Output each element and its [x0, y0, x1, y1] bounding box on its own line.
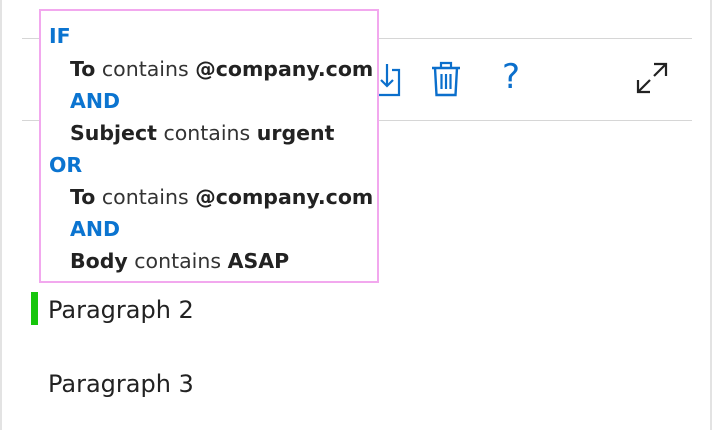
condition-field: Body [70, 249, 128, 273]
condition-value: @company.com [195, 185, 374, 209]
if-keyword: IF [49, 24, 71, 48]
and-keyword: AND [70, 89, 121, 113]
paragraph[interactable]: Paragraph 3 [48, 368, 194, 400]
rule-condition: Subject contains urgent [70, 119, 334, 147]
condition-value: ASAP [227, 249, 290, 273]
frame-left-border [0, 0, 2, 430]
condition-field: To [70, 57, 96, 81]
condition-operator: contains [101, 185, 189, 209]
rule-condition: Body contains ASAP [70, 247, 289, 275]
expand-icon[interactable] [632, 58, 672, 98]
condition-operator: contains [163, 121, 251, 145]
rule-condition: To contains @company.com [70, 55, 373, 83]
paragraph[interactable]: Paragraph 2 [48, 294, 194, 326]
condition-value: urgent [256, 121, 335, 145]
rule-condition: To contains @company.com [70, 183, 373, 211]
and-keyword: AND [70, 217, 121, 241]
change-marker [31, 292, 38, 325]
condition-operator: contains [101, 57, 189, 81]
condition-field: Subject [70, 121, 157, 145]
condition-field: To [70, 185, 96, 209]
condition-operator: contains [134, 249, 222, 273]
rule-popup: IF To contains @company.com AND Subject … [39, 9, 379, 283]
help-icon[interactable]: ? [496, 56, 526, 98]
or-keyword: OR [49, 153, 83, 177]
trash-icon[interactable] [430, 60, 462, 98]
condition-value: @company.com [195, 57, 374, 81]
